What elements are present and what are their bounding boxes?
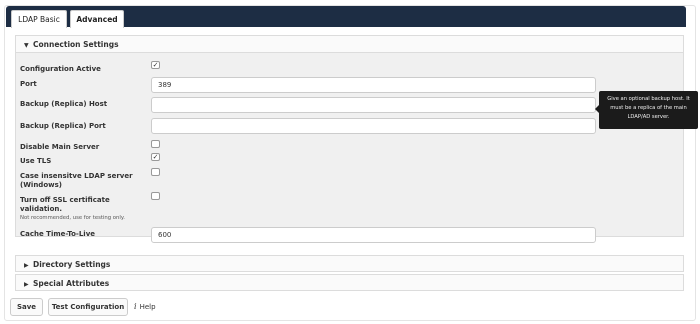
backup-port-input[interactable] <box>151 118 596 134</box>
turn-off-ssl-label-line2: validation. <box>20 205 63 213</box>
help-link[interactable]: i Help <box>134 300 156 314</box>
help-label: Help <box>139 303 156 311</box>
case-insensitive-label-line2: (Windows) <box>20 181 62 189</box>
triangle-right-icon: ▶ <box>24 281 29 288</box>
triangle-right-icon: ▶ <box>24 262 29 269</box>
backup-host-input[interactable] <box>151 97 596 113</box>
disable-main-server-checkbox[interactable] <box>151 140 160 148</box>
tooltip-line-1: Give an optional backup host. It <box>607 96 690 102</box>
tab-advanced[interactable]: Advanced <box>70 10 124 28</box>
connection-settings-title: Connection Settings <box>33 40 119 49</box>
special-attributes-section: ▶ Special Attributes <box>15 274 684 291</box>
tooltip-arrow <box>595 105 599 113</box>
case-insensitive-checkbox[interactable] <box>151 168 160 176</box>
use-tls-label: Use TLS <box>20 157 52 165</box>
connection-settings-section: ▼ Connection Settings <box>15 35 684 237</box>
checkmark-icon: ✓ <box>152 153 159 161</box>
special-attributes-title: Special Attributes <box>33 279 110 288</box>
checkmark-icon: ✓ <box>152 61 159 69</box>
special-attributes-header[interactable]: ▶ Special Attributes <box>16 275 683 292</box>
directory-settings-header[interactable]: ▶ Directory Settings <box>16 256 683 273</box>
configuration-active-checkbox[interactable]: ✓ <box>151 61 160 69</box>
port-label: Port <box>20 80 37 88</box>
port-input[interactable]: 389 <box>151 77 596 93</box>
directory-settings-section: ▶ Directory Settings <box>15 255 684 272</box>
tab-bar: LDAP Basic Advanced <box>6 6 686 28</box>
case-insensitive-label: Case insensitve LDAP server <box>20 172 133 180</box>
cache-ttl-input[interactable]: 600 <box>151 227 596 243</box>
tooltip-line-2: must be a replica of the main <box>610 105 687 111</box>
turn-off-ssl-label: Turn off SSL certificate <box>20 196 110 204</box>
configuration-active-label: Configuration Active <box>20 65 101 73</box>
turn-off-ssl-checkbox[interactable] <box>151 192 160 200</box>
save-button[interactable]: Save <box>10 298 43 316</box>
backup-host-label: Backup (Replica) Host <box>20 100 108 108</box>
backup-port-label: Backup (Replica) Port <box>20 122 106 130</box>
tab-ldap-basic[interactable]: LDAP Basic <box>11 10 67 28</box>
info-icon: i <box>134 302 137 311</box>
use-tls-checkbox[interactable]: ✓ <box>151 153 160 161</box>
disable-main-server-label: Disable Main Server <box>20 143 100 151</box>
cache-ttl-label: Cache Time-To-Live <box>20 230 96 238</box>
turn-off-ssl-hint: Not recommended, use for testing only. <box>20 215 125 221</box>
test-configuration-button[interactable]: Test Configuration <box>48 298 128 316</box>
directory-settings-title: Directory Settings <box>33 260 111 269</box>
backup-host-tooltip: Give an optional backup host. It must be… <box>595 91 698 129</box>
connection-settings-header[interactable]: ▼ Connection Settings <box>16 36 683 53</box>
tooltip-line-3: LDAP/AD server. <box>627 114 670 120</box>
triangle-down-icon: ▼ <box>24 42 29 49</box>
